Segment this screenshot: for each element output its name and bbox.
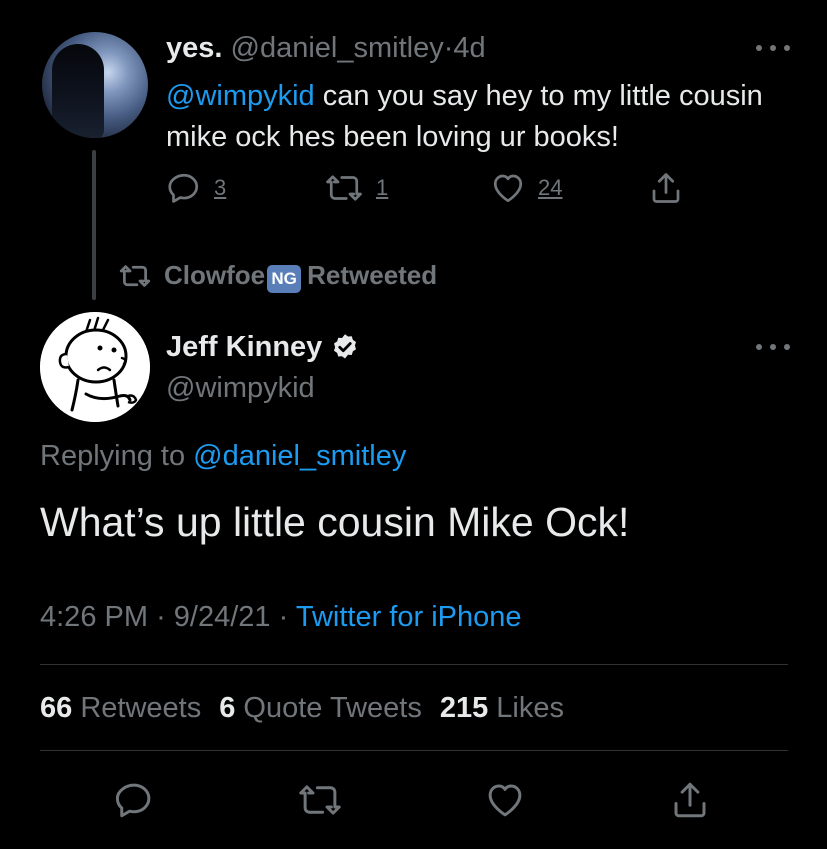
parent-time-separator: ·: [443, 32, 454, 64]
divider: [40, 664, 788, 665]
parent-reply-count: 3: [214, 175, 227, 200]
retweeted-label: Retweeted: [307, 259, 438, 290]
thread-connector-line: [92, 150, 96, 300]
main-share-button[interactable]: [660, 774, 720, 826]
ng-flag-badge: NG: [267, 264, 302, 293]
main-tweet-text: What’s up little cousin Mike Ock!: [40, 499, 630, 545]
avatar-silhouette: [52, 44, 104, 138]
quote-tweets-stat[interactable]: 6 Quote Tweets: [219, 690, 422, 726]
main-retweet-button[interactable]: [290, 774, 350, 826]
share-icon: [669, 779, 711, 821]
retweets-stat[interactable]: 66 Retweets: [40, 690, 201, 726]
main-handle[interactable]: @wimpykid: [166, 371, 315, 405]
heart-icon: [490, 170, 526, 206]
replying-to-label: Replying to: [40, 440, 186, 472]
main-author-name[interactable]: Jeff Kinney: [166, 329, 360, 365]
greg-heffley-drawing: [40, 312, 150, 422]
heart-icon: [484, 779, 526, 821]
main-display-name: Jeff Kinney: [166, 331, 323, 363]
retweets-count: 66: [40, 692, 73, 724]
parent-display-name[interactable]: yes.: [166, 32, 222, 64]
parent-like-button[interactable]: 24: [490, 168, 562, 208]
parent-tweet-header: yes. @daniel_smitley·4d: [166, 31, 486, 65]
parent-mention-link[interactable]: @wimpykid: [166, 80, 315, 112]
main-like-button[interactable]: [475, 774, 535, 826]
share-icon: [648, 170, 684, 206]
retweet-icon: [116, 261, 154, 291]
parent-retweet-count: 1: [376, 175, 389, 200]
tweet-date[interactable]: 9/24/21: [174, 601, 271, 633]
verified-badge-icon: [330, 332, 360, 362]
quote-tweets-label: Quote Tweets: [243, 692, 422, 724]
likes-count: 215: [439, 692, 489, 724]
meta-separator: ·: [156, 601, 166, 633]
likes-label: Likes: [496, 692, 564, 724]
reply-icon: [166, 170, 202, 206]
quote-tweets-count: 6: [219, 692, 236, 724]
parent-reply-button[interactable]: 3: [166, 168, 226, 208]
meta-separator: ·: [278, 601, 289, 633]
tweet-metadata: 4:26 PM · 9/24/21 · Twitter for iPhone: [40, 599, 522, 635]
parent-timestamp[interactable]: 4d: [453, 32, 485, 64]
main-reply-button[interactable]: [104, 774, 164, 826]
parent-share-button[interactable]: [648, 168, 684, 208]
replying-to-line: Replying to @daniel_smitley: [40, 438, 406, 474]
retweeter-name: Clowfoe: [164, 259, 266, 290]
parent-tweet-text: @wimpykid can you say hey to my little c…: [166, 76, 796, 158]
parent-handle[interactable]: @daniel_smitley: [231, 32, 444, 64]
parent-like-count: 24: [538, 175, 563, 200]
reply-icon: [113, 779, 155, 821]
main-tweet-avatar[interactable]: [40, 312, 150, 422]
retweet-icon: [297, 779, 343, 821]
parent-more-options-icon[interactable]: [756, 42, 790, 54]
tweet-time[interactable]: 4:26 PM: [40, 601, 148, 633]
replying-to-handle-link[interactable]: @daniel_smitley: [193, 440, 406, 472]
likes-stat[interactable]: 215 Likes: [440, 690, 564, 726]
parent-retweet-button[interactable]: 1: [324, 168, 388, 208]
divider: [40, 750, 788, 751]
main-more-options-icon[interactable]: [756, 341, 790, 353]
tweet-source-link[interactable]: Twitter for iPhone: [296, 601, 522, 633]
engagement-stats: 66 Retweets 6 Quote Tweets 215 Likes: [40, 690, 564, 726]
retweets-label: Retweets: [80, 692, 202, 724]
retweet-icon: [324, 170, 364, 206]
retweeted-by-line[interactable]: Clowfoe NG Retweeted: [116, 258, 437, 294]
parent-tweet-avatar[interactable]: [42, 32, 148, 138]
